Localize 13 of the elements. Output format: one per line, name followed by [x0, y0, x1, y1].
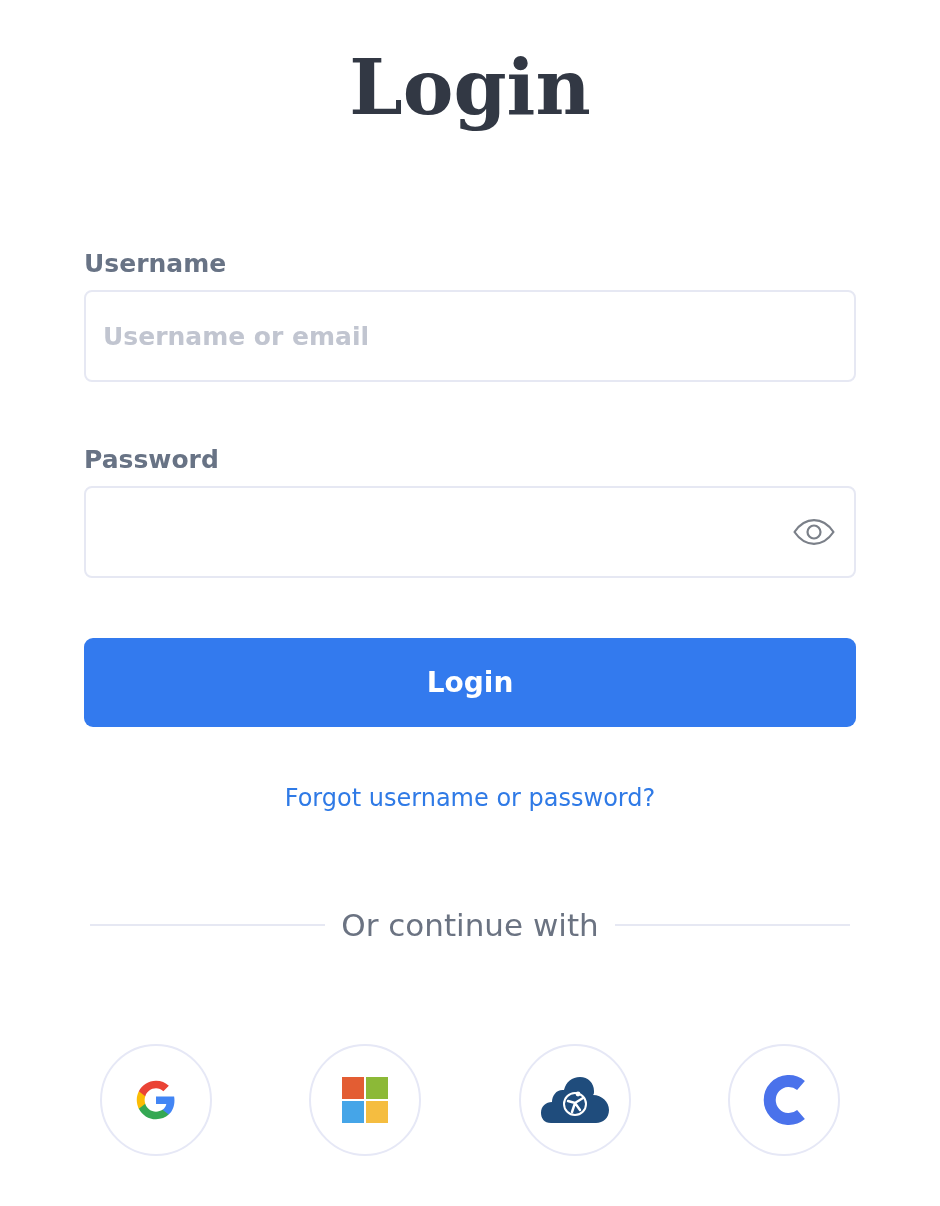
google-g-icon — [135, 1079, 177, 1121]
login-button[interactable]: Login — [84, 638, 856, 727]
cloud-icon — [540, 1077, 609, 1123]
field-label: Password — [84, 444, 219, 476]
divider-text: Or continue with — [341, 906, 599, 945]
password-field[interactable] — [84, 486, 856, 578]
field-label: Username — [84, 248, 227, 280]
eye-icon[interactable] — [793, 519, 835, 545]
username-field[interactable]: Username or email — [84, 290, 856, 382]
forgot-password-link[interactable]: Forgot username or password? — [284, 782, 656, 814]
c-logo-icon — [761, 1074, 807, 1126]
page-title: Login — [349, 42, 591, 134]
microsoft-squares-icon — [342, 1077, 389, 1123]
